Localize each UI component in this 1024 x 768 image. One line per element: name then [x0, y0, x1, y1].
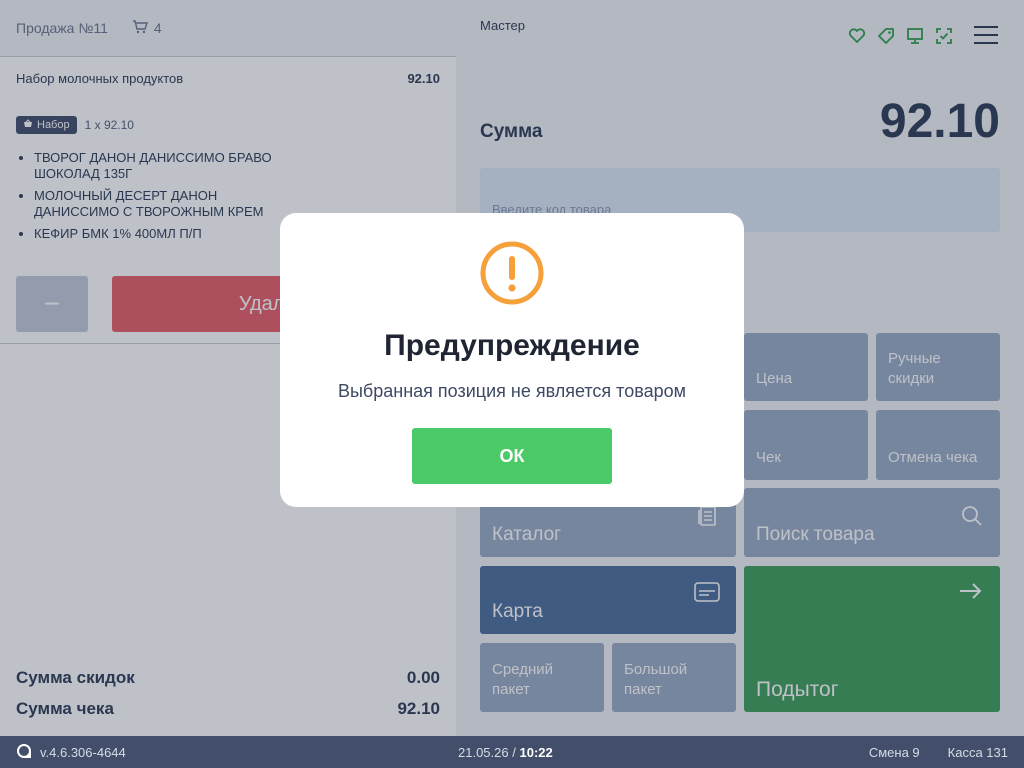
date-time: 21.05.26 / 10:22 [458, 745, 553, 760]
version-info: v.4.6.306-4644 [16, 743, 126, 762]
register-text: Касса 131 [947, 744, 1008, 760]
time-text: 10:22 [519, 744, 553, 760]
warning-icon [480, 241, 544, 305]
date-time-separator: / [512, 744, 516, 760]
status-bar: v.4.6.306-4644 21.05.26 / 10:22 Смена 9 … [0, 736, 1024, 768]
warning-dialog: Предупреждение Выбранная позиция не явля… [280, 213, 744, 507]
ok-button[interactable]: ОК [412, 428, 612, 484]
shift-text: Смена 9 [868, 744, 920, 760]
dialog-message: Выбранная позиция не является товаром [337, 381, 686, 401]
date-text: 21.05.26 [458, 744, 509, 760]
shift-register-info: Смена 9 Касса 131 [869, 745, 1008, 760]
version-text: v.4.6.306-4644 [40, 744, 126, 760]
dialog-title: Предупреждение [384, 329, 640, 362]
app-logo-icon [16, 743, 32, 762]
